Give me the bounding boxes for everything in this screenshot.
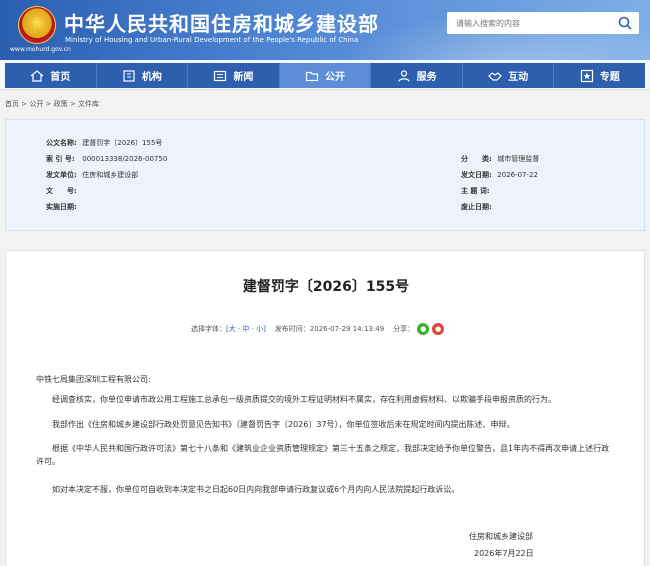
search-input[interactable]	[447, 12, 612, 34]
signature-date: 2026年7月22日	[474, 549, 534, 558]
star-icon: ★	[30, 13, 45, 32]
nav-item-interaction[interactable]: 互动	[463, 63, 555, 88]
weibo-share-icon[interactable]: ●	[432, 323, 445, 335]
article-paragraph: 根据《中华人民共和国行政许可法》第七十八条和《建筑业企业资质管理规定》第三十五条…	[36, 444, 610, 466]
nav-item-news[interactable]: 新闻	[188, 63, 280, 88]
info-key: 公文名称:	[46, 139, 77, 147]
info-key: 废止日期:	[461, 203, 492, 211]
info-key: 实施日期:	[46, 203, 77, 211]
info-value: 2026-07-22	[497, 171, 538, 179]
info-repeal-date: 废止日期:	[461, 202, 495, 212]
info-value: 000013338/2026-00750	[82, 155, 168, 163]
publish-time: 2026-07-29 14:13:49	[309, 325, 385, 333]
article-paragraph: 如对本决定不服，你单位可自收到本决定书之日起60日内向我部申请行政复议或6个月内…	[52, 485, 460, 494]
info-value: 住房和城乡建设部	[82, 171, 139, 179]
recipient: 中铁七局集团深圳工程有限公司:	[36, 375, 151, 384]
document-info-panel: 公文名称: 建督罚字〔2026〕155号 索 引 号: 000013338/20…	[5, 119, 645, 231]
info-key: 文 号:	[46, 187, 77, 195]
info-category: 分 类: 城市管理监督	[461, 154, 539, 164]
info-key: 索 引 号:	[46, 155, 75, 163]
nav-item-label: 首页	[50, 72, 71, 83]
nav-item-label: 新闻	[233, 72, 254, 83]
search-box	[447, 12, 639, 34]
nav-item-label: 互动	[508, 72, 529, 83]
share-label: 分享：	[393, 325, 415, 333]
nav-item-label: 公开	[325, 72, 346, 83]
nav-item-services[interactable]: 服务	[371, 63, 463, 88]
wechat-share-icon[interactable]: ●	[417, 323, 430, 335]
nav-item-label: 机构	[141, 72, 162, 83]
nav-item-institutions[interactable]: 机构	[97, 63, 189, 88]
nav-item-public[interactable]: 公开	[279, 63, 372, 88]
national-emblem-icon[interactable]: ★	[18, 6, 56, 44]
handshake-icon	[488, 71, 503, 81]
publish-label: 发布时间：	[274, 325, 310, 333]
star-icon	[580, 69, 593, 82]
info-key: 发文日期:	[461, 171, 492, 179]
building-icon	[123, 69, 135, 82]
info-effective-date: 实施日期:	[46, 202, 80, 212]
signature-org: 住房和城乡建设部	[469, 532, 533, 541]
info-key: 主 题 词:	[461, 187, 490, 195]
nav-item-home[interactable]: 首页	[5, 63, 97, 88]
info-value: 建督罚字〔2026〕155号	[82, 139, 163, 147]
article: 建督罚字〔2026〕155号 选择字体： [大 · 中 · 小] 发布时间： 2…	[5, 250, 645, 566]
article-paragraph: 我部作出《住房和城乡建设部行政处罚意见告知书》（建督罚告字〔2026〕37号），…	[52, 420, 515, 429]
nav-bar: 首页 机构 新闻 公开 服务 互动 专题	[5, 63, 645, 88]
site-subtitle: Ministry of Housing and Urban-Rural Deve…	[65, 36, 359, 44]
info-keywords: 主 题 词:	[461, 186, 495, 196]
article-meta: 选择字体： [大 · 中 · 小] 发布时间： 2026-07-29 14:13…	[191, 323, 445, 335]
person-icon	[397, 69, 410, 82]
info-doc-number: 文 号:	[46, 186, 80, 196]
site-url: www.mohurd.gov.cn	[10, 46, 71, 53]
home-icon	[30, 69, 44, 82]
info-issuer: 发文单位: 住房和城乡建设部	[46, 170, 138, 180]
info-value: 城市管理监督	[497, 155, 540, 163]
site-header: ★ www.mohurd.gov.cn 中华人民共和国住房和城乡建设部 Mini…	[0, 0, 650, 60]
search-icon[interactable]	[617, 15, 633, 31]
main-nav: 首页 机构 新闻 公开 服务 互动 专题	[0, 60, 650, 90]
font-size-options[interactable]: [大 · 中 · 小]	[226, 324, 266, 334]
article-paragraph: 经调查核实，你单位申请市政公用工程施工总承包一级资质提交的境外工程证明材料不属实…	[52, 395, 556, 404]
nav-item-topics[interactable]: 专题	[554, 63, 645, 88]
info-key: 分 类:	[461, 155, 492, 163]
info-index-no: 索 引 号: 000013338/2026-00750	[46, 154, 167, 164]
font-size-label: 选择字体：	[191, 325, 226, 333]
nav-item-label: 专题	[599, 72, 620, 83]
article-title: 建督罚字〔2026〕155号	[242, 279, 410, 295]
nav-item-label: 服务	[416, 72, 437, 83]
site-title[interactable]: 中华人民共和国住房和城乡建设部	[64, 8, 379, 37]
breadcrumb[interactable]: 首页 > 公开 > 政策 > 文件库	[5, 99, 99, 109]
info-issue-date: 发文日期: 2026-07-22	[461, 170, 538, 180]
info-key: 发文单位:	[46, 171, 77, 179]
folder-icon	[305, 71, 319, 81]
info-doc-name: 公文名称: 建督罚字〔2026〕155号	[46, 138, 162, 148]
newspaper-icon	[214, 70, 227, 81]
